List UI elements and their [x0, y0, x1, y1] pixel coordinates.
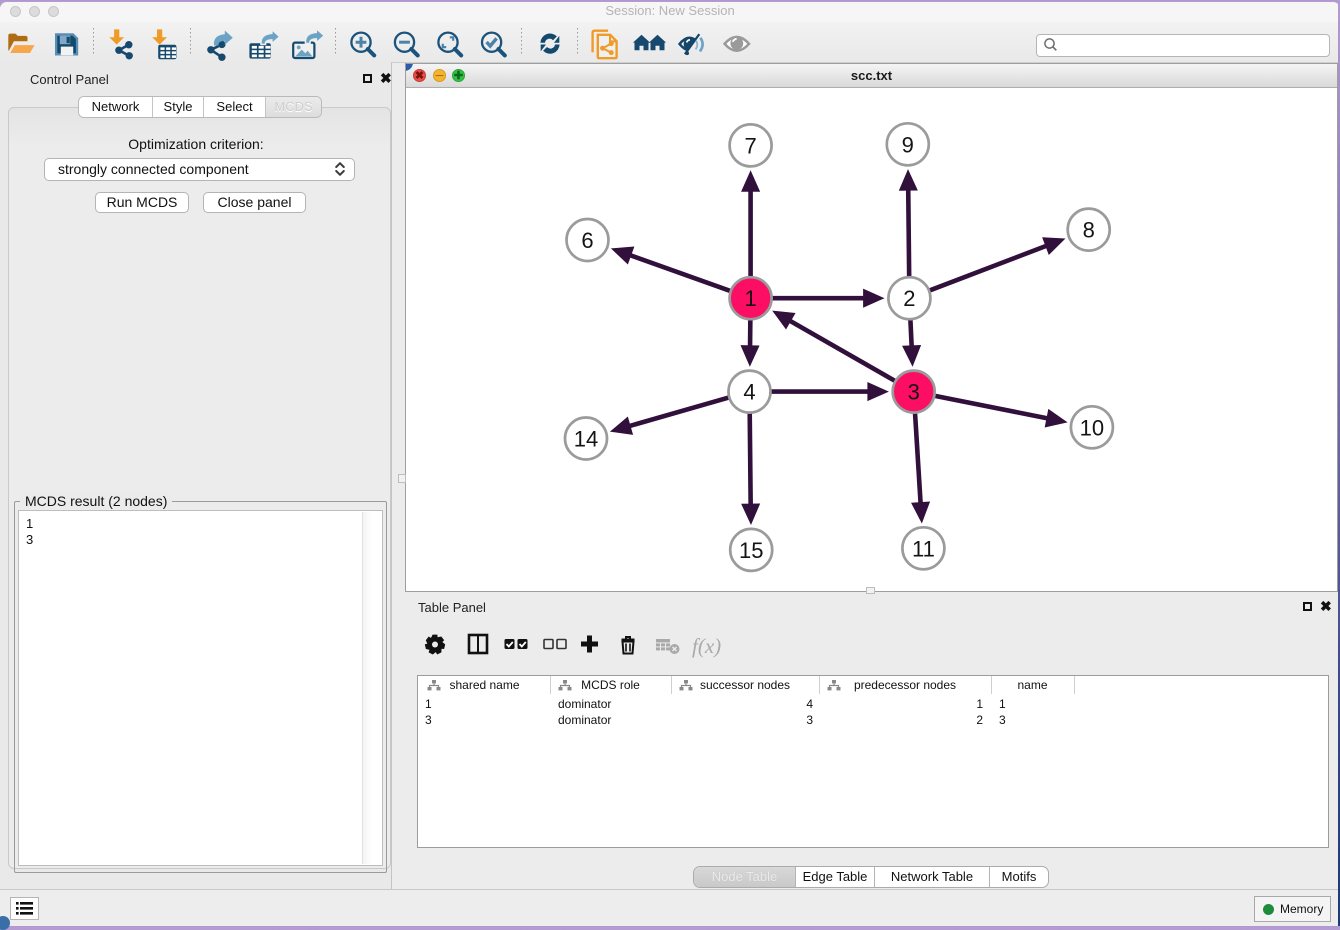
svg-text:3: 3	[908, 380, 920, 405]
svg-text:1: 1	[744, 286, 756, 311]
svg-text:2: 2	[903, 286, 915, 311]
svg-text:14: 14	[574, 427, 598, 452]
svg-text:7: 7	[744, 133, 756, 158]
svg-text:9: 9	[902, 132, 914, 157]
svg-text:15: 15	[739, 538, 763, 563]
svg-text:10: 10	[1080, 415, 1104, 440]
svg-text:11: 11	[912, 536, 935, 561]
svg-text:8: 8	[1083, 218, 1095, 243]
svg-text:6: 6	[581, 228, 593, 253]
svg-text:4: 4	[743, 380, 755, 405]
